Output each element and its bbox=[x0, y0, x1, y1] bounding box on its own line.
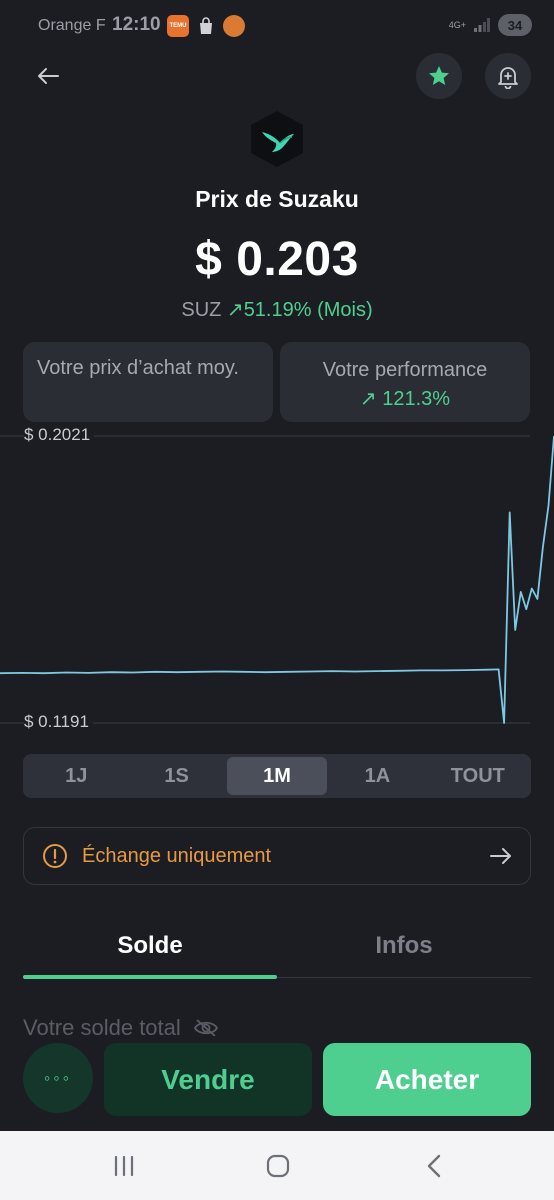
performance-value-row: ↗ 121.3% bbox=[280, 385, 530, 414]
more-dots-icon: ◦◦◦ bbox=[43, 1067, 73, 1088]
warning-circle-icon bbox=[43, 844, 67, 868]
burger-king-icon bbox=[223, 15, 245, 37]
eye-off-icon[interactable] bbox=[193, 1018, 219, 1038]
more-options-button[interactable]: ◦◦◦ bbox=[23, 1043, 93, 1113]
page-title: Prix de Suzaku bbox=[195, 186, 359, 212]
range-tab-1j[interactable]: 1J bbox=[26, 757, 126, 795]
current-price: $ 0.203 bbox=[195, 233, 359, 286]
performance-label: Votre performance bbox=[322, 359, 488, 381]
performance-arrow-icon: ↗ bbox=[359, 388, 377, 410]
back-button[interactable] bbox=[30, 58, 66, 94]
price-chart[interactable]: $ 0.2021 $ 0.1191 bbox=[0, 420, 554, 740]
bell-plus-icon bbox=[498, 67, 518, 89]
status-time: 12:10 bbox=[112, 14, 161, 35]
network-indicator: 4G+ bbox=[448, 19, 466, 30]
temu-icon: TEMU bbox=[167, 15, 189, 37]
recent-apps-button[interactable] bbox=[104, 1151, 144, 1181]
range-tab-1s[interactable]: 1S bbox=[126, 757, 226, 795]
change-percent: 51.19% (Mois) bbox=[243, 299, 373, 321]
arrow-right-icon bbox=[490, 848, 511, 864]
home-icon bbox=[266, 1154, 290, 1178]
system-status: 4G+ 34 bbox=[449, 14, 532, 36]
recent-apps-icon bbox=[114, 1155, 134, 1177]
chart-min-label: $ 0.1191 bbox=[24, 712, 93, 732]
performance-card: Votre performance ↗ 121.3% bbox=[280, 342, 530, 422]
signal-icon bbox=[474, 18, 490, 32]
suzaku-logo bbox=[250, 110, 304, 168]
battery-indicator: 34 bbox=[498, 14, 532, 36]
price-chart-svg bbox=[0, 435, 554, 724]
notification-icons: TEMU bbox=[167, 15, 245, 37]
chart-series-line bbox=[0, 435, 554, 724]
tab-infos[interactable]: Infos bbox=[277, 920, 531, 977]
arrow-left-icon bbox=[38, 68, 59, 84]
exchange-only-text: Échange uniquement bbox=[82, 844, 272, 867]
carrier-name: Orange F bbox=[38, 17, 106, 34]
star-icon bbox=[429, 66, 449, 85]
average-purchase-price-card: Votre prix d’achat moy. bbox=[23, 342, 273, 422]
change-arrow-icon: ↗ bbox=[226, 299, 244, 321]
back-icon bbox=[427, 1154, 441, 1178]
shopping-bag-icon bbox=[195, 15, 217, 37]
performance-value: 121.3% bbox=[382, 388, 451, 410]
content-tabs: Solde Infos bbox=[23, 920, 531, 979]
price-change: SUZ ↗51.19% (Mois) bbox=[0, 297, 554, 322]
range-tab-1a[interactable]: 1A bbox=[327, 757, 427, 795]
exchange-only-notice[interactable]: Échange uniquement bbox=[23, 827, 531, 885]
average-purchase-price-label: Votre prix d’achat moy. bbox=[37, 357, 239, 379]
tab-solde[interactable]: Solde bbox=[23, 920, 277, 979]
nav-back-button[interactable] bbox=[414, 1151, 454, 1181]
status-bar: Orange F 12:10 TEMU 4G+ 34 bbox=[0, 0, 554, 50]
time-range-selector: 1J 1S 1M 1A TOUT bbox=[23, 754, 531, 798]
range-tab-1m[interactable]: 1M bbox=[226, 757, 328, 795]
coin-ticker: SUZ bbox=[181, 299, 222, 321]
system-navigation-bar bbox=[0, 1131, 554, 1200]
favorite-button[interactable] bbox=[416, 53, 462, 99]
price-alert-button[interactable] bbox=[485, 53, 531, 99]
home-button[interactable] bbox=[258, 1151, 298, 1181]
sell-button[interactable]: Vendre bbox=[104, 1043, 312, 1116]
range-tab-tout[interactable]: TOUT bbox=[428, 757, 528, 795]
buy-button[interactable]: Acheter bbox=[323, 1043, 531, 1116]
chart-max-label: $ 0.2021 bbox=[24, 425, 95, 445]
